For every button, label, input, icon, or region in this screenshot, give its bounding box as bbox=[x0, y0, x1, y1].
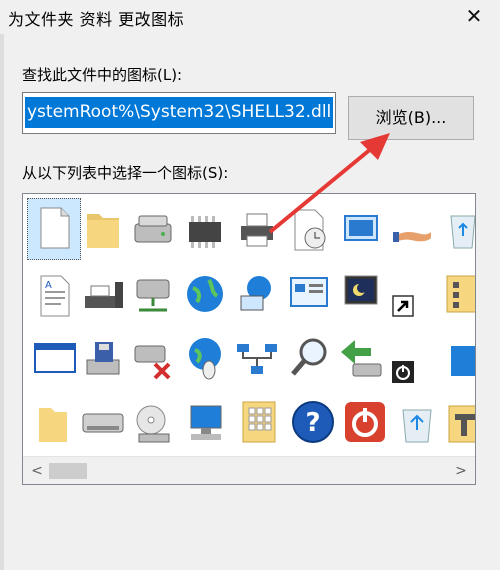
power-button-icon[interactable] bbox=[341, 398, 389, 446]
svg-text:?: ? bbox=[305, 408, 320, 438]
globe-mouse-icon[interactable] bbox=[181, 334, 229, 382]
help-icon[interactable]: ? bbox=[289, 398, 337, 446]
path-label: 查找此文件中的图标(L): bbox=[22, 66, 183, 84]
drive-icon[interactable] bbox=[79, 400, 127, 448]
icon-list[interactable]: A ? < > bbox=[22, 193, 476, 485]
recycle-bin-full-icon[interactable] bbox=[393, 400, 441, 448]
shortcut-arrow-icon[interactable] bbox=[391, 294, 415, 318]
grid-folder-icon[interactable] bbox=[235, 398, 283, 446]
cd-drive-icon[interactable] bbox=[129, 400, 177, 448]
magnifier-icon[interactable] bbox=[285, 334, 333, 382]
network-topology-icon[interactable] bbox=[233, 336, 281, 384]
tools-folder-icon[interactable] bbox=[441, 400, 475, 448]
sharing-hand-icon[interactable] bbox=[389, 208, 437, 256]
network-drive-icon[interactable] bbox=[129, 272, 177, 320]
change-icon-dialog: 为文件夹 资料 更改图标 ✕ 查找此文件中的图标(L): ystemRoot%\… bbox=[0, 0, 500, 570]
close-icon[interactable]: ✕ bbox=[462, 4, 486, 28]
memory-chip-icon[interactable] bbox=[181, 208, 229, 256]
icon-list-label: 从以下列表中选择一个图标(S): bbox=[22, 164, 229, 182]
network-printer-icon[interactable] bbox=[79, 272, 127, 320]
folder-small-icon[interactable] bbox=[31, 400, 79, 448]
recycle-bin-icon[interactable] bbox=[439, 206, 475, 254]
control-panel-icon[interactable] bbox=[285, 270, 333, 318]
scroll-right-icon[interactable]: > bbox=[451, 461, 471, 481]
network-globe-icon[interactable] bbox=[233, 270, 281, 318]
moon-monitor-icon[interactable] bbox=[337, 270, 385, 318]
window-icon[interactable] bbox=[31, 334, 79, 382]
printer-icon[interactable] bbox=[233, 206, 281, 254]
svg-text:A: A bbox=[45, 280, 52, 291]
blank-document-icon[interactable] bbox=[31, 204, 79, 252]
network-drive-error-icon[interactable] bbox=[129, 336, 177, 384]
green-arrow-drive-icon[interactable] bbox=[337, 334, 385, 382]
folder-icon[interactable] bbox=[79, 206, 127, 254]
browse-button[interactable]: 浏览(B)... bbox=[348, 96, 474, 140]
power-badge-icon[interactable] bbox=[391, 360, 415, 384]
hard-drive-icon[interactable] bbox=[129, 206, 177, 254]
dialog-title: 为文件夹 资料 更改图标 bbox=[8, 10, 185, 29]
globe-icon[interactable] bbox=[181, 270, 229, 318]
floppy-drive-icon[interactable] bbox=[79, 336, 127, 384]
scrollbar-thumb[interactable] bbox=[49, 463, 87, 479]
clock-document-icon[interactable] bbox=[285, 206, 333, 254]
horizontal-scrollbar[interactable]: < > bbox=[23, 456, 475, 484]
blue-square-icon[interactable] bbox=[439, 336, 475, 384]
background-window-edge bbox=[0, 34, 4, 570]
window-stack-icon[interactable] bbox=[337, 206, 385, 254]
icon-path-input[interactable]: ystemRoot%\System32\SHELL32.dll bbox=[22, 92, 336, 134]
folder-settings-icon[interactable] bbox=[439, 270, 475, 318]
computer-icon[interactable] bbox=[181, 400, 229, 448]
scroll-left-icon[interactable]: < bbox=[27, 461, 47, 481]
text-document-icon[interactable]: A bbox=[31, 272, 79, 320]
icon-path-value: ystemRoot%\System32\SHELL32.dll bbox=[25, 97, 333, 128]
